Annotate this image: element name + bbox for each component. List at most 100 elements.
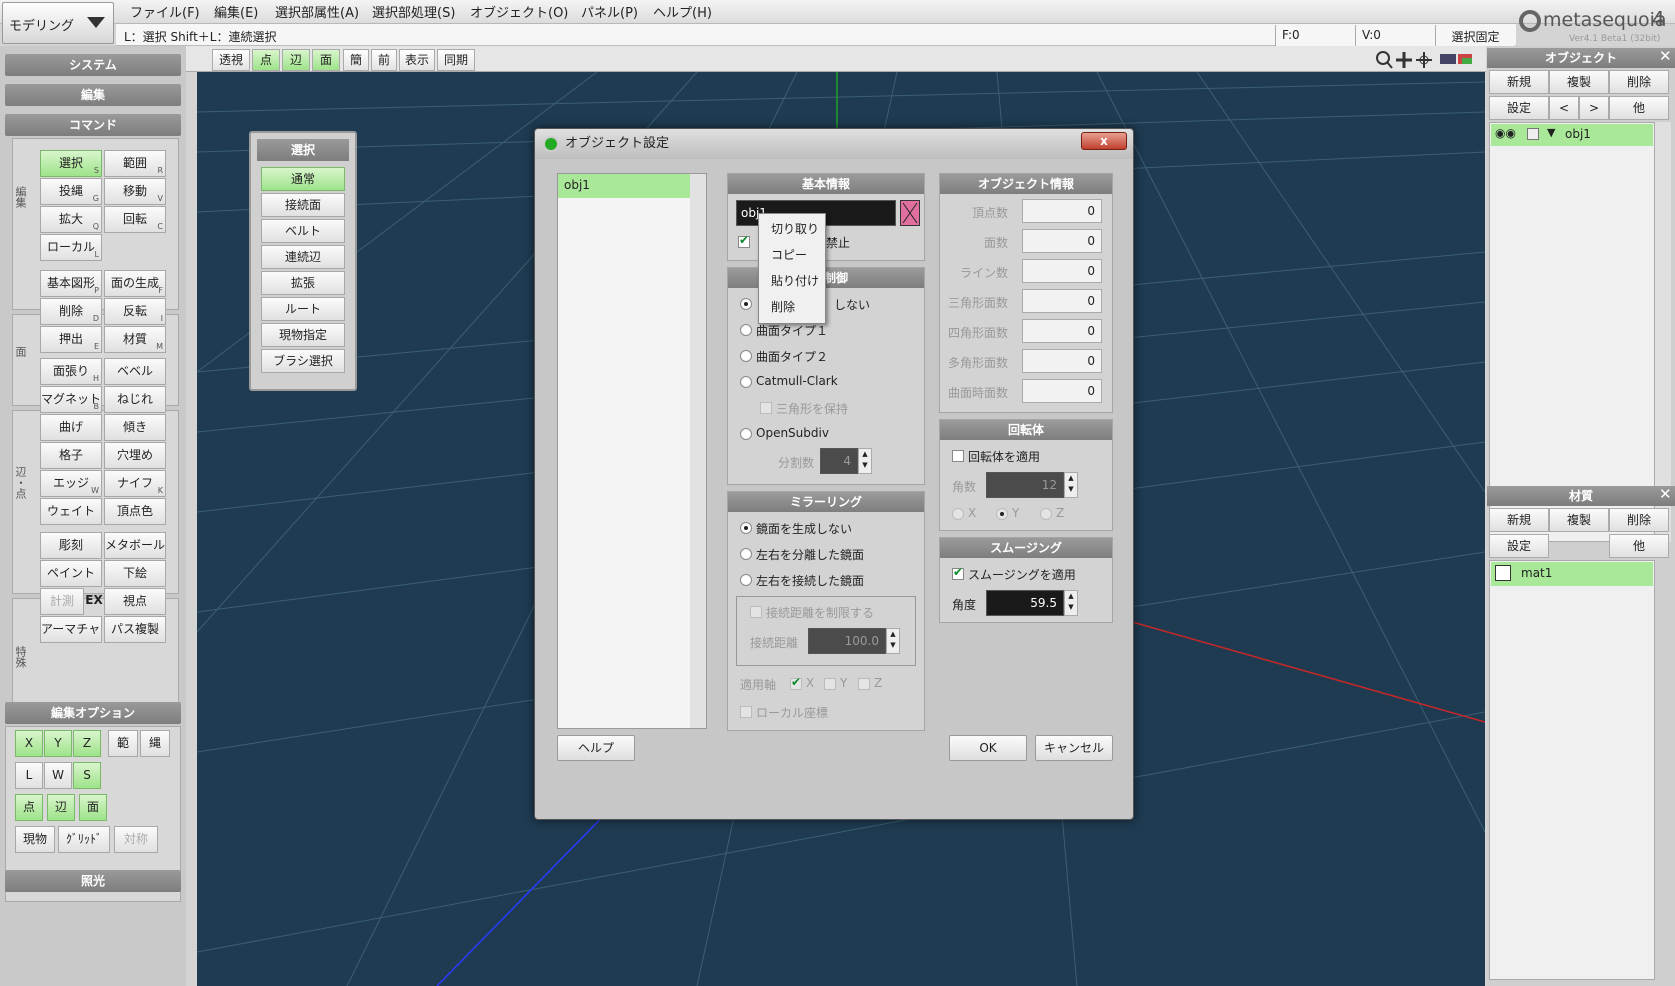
view-0-button[interactable]: 透視 [212, 49, 250, 71]
screen-toggle[interactable]: S [73, 762, 101, 789]
ctx-copy[interactable]: コピー [771, 246, 807, 263]
expand-icon[interactable]: ▼ [1547, 126, 1555, 139]
cmd-13-button[interactable]: 面張り H [40, 358, 102, 385]
object-settings-button[interactable]: 設定 [1489, 96, 1549, 120]
ctx-paste[interactable]: 貼り付け [771, 272, 819, 289]
object-prev-button[interactable]: < [1549, 96, 1579, 120]
mirror-none-radio[interactable] [740, 522, 752, 534]
cmd-22-button[interactable]: ナイフ K [104, 470, 166, 497]
menu-edit[interactable]: 編集(E) [214, 2, 258, 21]
cmd-17-button[interactable]: 曲げ [40, 414, 102, 441]
cmd-4-button[interactable]: 拡大 Q [40, 206, 102, 233]
object-new-button[interactable]: 新規 [1489, 70, 1549, 94]
division-field[interactable]: 4 [820, 448, 858, 474]
edge-toggle[interactable]: 辺 [47, 794, 75, 821]
select-mode-0-button[interactable]: 通常 [261, 167, 345, 191]
select-mode-5-button[interactable]: ルート [261, 297, 345, 321]
world-toggle[interactable]: W [44, 762, 72, 789]
cancel-button[interactable]: キャンセル [1035, 735, 1113, 761]
axis-z-checkbox[interactable] [858, 678, 870, 690]
material-dup-button[interactable]: 複製 [1549, 508, 1609, 532]
range-toggle[interactable]: 範 [108, 730, 138, 757]
axis-x-checkbox[interactable] [790, 675, 802, 690]
smoothing-angle-field[interactable]: 59.5 [986, 590, 1064, 616]
view-5-button[interactable]: 前 [371, 49, 397, 71]
lathe-count-spinner[interactable]: ▲ ▼ [1064, 472, 1078, 498]
curve-none-radio[interactable] [740, 298, 752, 310]
material-other-button[interactable]: 他 [1609, 534, 1669, 558]
lathe-count-field[interactable]: 12 [986, 472, 1064, 498]
eye-icon[interactable]: ◉◉ [1495, 126, 1516, 140]
cmd-30-button[interactable]: EX [84, 588, 104, 615]
lathe-apply-checkbox[interactable] [952, 450, 964, 462]
editopt-header[interactable]: 編集オプション [5, 702, 181, 724]
menu-file[interactable]: ファイル(F) [130, 2, 200, 21]
menu-process[interactable]: 選択部処理(S) [372, 2, 455, 21]
cmd-33-button[interactable]: パス複製 [104, 616, 166, 643]
cmd-16-button[interactable]: ねじれ [104, 386, 166, 413]
cmd-10-button[interactable]: 反転 I [104, 298, 166, 325]
cmd-28-button[interactable]: 下絵 [104, 560, 166, 587]
cmd-1-button[interactable]: 範囲 R [104, 150, 166, 177]
menu-attr[interactable]: 選択部属性(A) [275, 2, 359, 21]
material-del-button[interactable]: 削除 [1609, 508, 1669, 532]
select-mode-2-button[interactable]: ベルト [261, 219, 345, 243]
face-toggle[interactable]: 面 [79, 794, 107, 821]
distance-field[interactable]: 100.0 [808, 628, 886, 654]
axis-y-checkbox[interactable] [824, 678, 836, 690]
cmd-15-button[interactable]: マグネット B [40, 386, 102, 413]
cmd-0-button[interactable]: 選択 S [40, 150, 102, 177]
material-row-mat1[interactable]: mat1 [1491, 562, 1653, 586]
zoom-move-rotate-icon[interactable] [1374, 50, 1484, 70]
object-row-obj1[interactable]: ◉◉ ▼ obj1 [1491, 124, 1653, 146]
cmd-29-button[interactable]: 計測 [40, 588, 84, 615]
rope-toggle[interactable]: 縄 [140, 730, 170, 757]
mirror-separate-radio[interactable] [740, 548, 752, 560]
mode-select[interactable]: モデリング [2, 2, 114, 44]
cmd-20-button[interactable]: 穴埋め [104, 442, 166, 469]
view-1-button[interactable]: 点 [252, 49, 280, 71]
cmd-32-button[interactable]: アーマチャー [40, 616, 102, 643]
limit-distance-checkbox[interactable] [750, 606, 762, 618]
close-icon[interactable]: ✕ [1659, 47, 1672, 65]
ok-button[interactable]: OK [949, 735, 1027, 761]
light-header[interactable]: 照光 [5, 870, 181, 892]
cmd-6-button[interactable]: ローカル L [40, 234, 102, 261]
select-mode-6-button[interactable]: 現物指定 [261, 323, 345, 347]
local-coord-checkbox[interactable] [740, 706, 752, 718]
object-del-button[interactable]: 削除 [1609, 70, 1669, 94]
close-icon[interactable]: ✕ [1659, 485, 1672, 503]
curve-type2-radio[interactable] [740, 350, 752, 362]
smoothing-apply-checkbox[interactable] [952, 565, 964, 580]
axis-x-toggle[interactable]: X [15, 730, 43, 757]
lathe-y-radio[interactable] [996, 508, 1008, 520]
cmd-25-button[interactable]: 彫刻 [40, 532, 102, 559]
select-mode-3-button[interactable]: 連続辺 [261, 245, 345, 269]
object-dup-button[interactable]: 複製 [1549, 70, 1609, 94]
cmd-11-button[interactable]: 押出 E [40, 326, 102, 353]
cmd-8-button[interactable]: 面の生成 F [104, 270, 166, 297]
axis-z-toggle[interactable]: Z [73, 730, 101, 757]
cmd-19-button[interactable]: 格子 [40, 442, 102, 469]
view-2-button[interactable]: 辺 [282, 49, 310, 71]
cmd-18-button[interactable]: 傾き [104, 414, 166, 441]
system-header[interactable]: システム [5, 54, 181, 76]
cmd-3-button[interactable]: 移動 V [104, 178, 166, 205]
symmetry-toggle[interactable]: 対称 [114, 826, 158, 853]
view-3-button[interactable]: 面 [312, 49, 340, 71]
current-toggle[interactable]: 現物 [15, 826, 55, 853]
lock-edit-checkbox[interactable] [738, 233, 750, 248]
keep-triangle-checkbox[interactable] [760, 402, 772, 414]
command-header[interactable]: コマンド [5, 114, 181, 136]
cmd-21-button[interactable]: エッジ W [40, 470, 102, 497]
select-mode-7-button[interactable]: ブラシ選択 [261, 349, 345, 373]
point-toggle[interactable]: 点 [15, 794, 43, 821]
object-list-scrollbar[interactable] [1655, 122, 1671, 542]
cmd-2-button[interactable]: 投縄 G [40, 178, 102, 205]
material-new-button[interactable]: 新規 [1489, 508, 1549, 532]
object-color-button[interactable] [900, 200, 920, 226]
menu-object[interactable]: オブジェクト(O) [470, 2, 568, 21]
dialog-close-button[interactable]: x [1081, 132, 1127, 150]
lathe-z-radio[interactable] [1040, 508, 1052, 520]
cmd-7-button[interactable]: 基本図形 P [40, 270, 102, 297]
